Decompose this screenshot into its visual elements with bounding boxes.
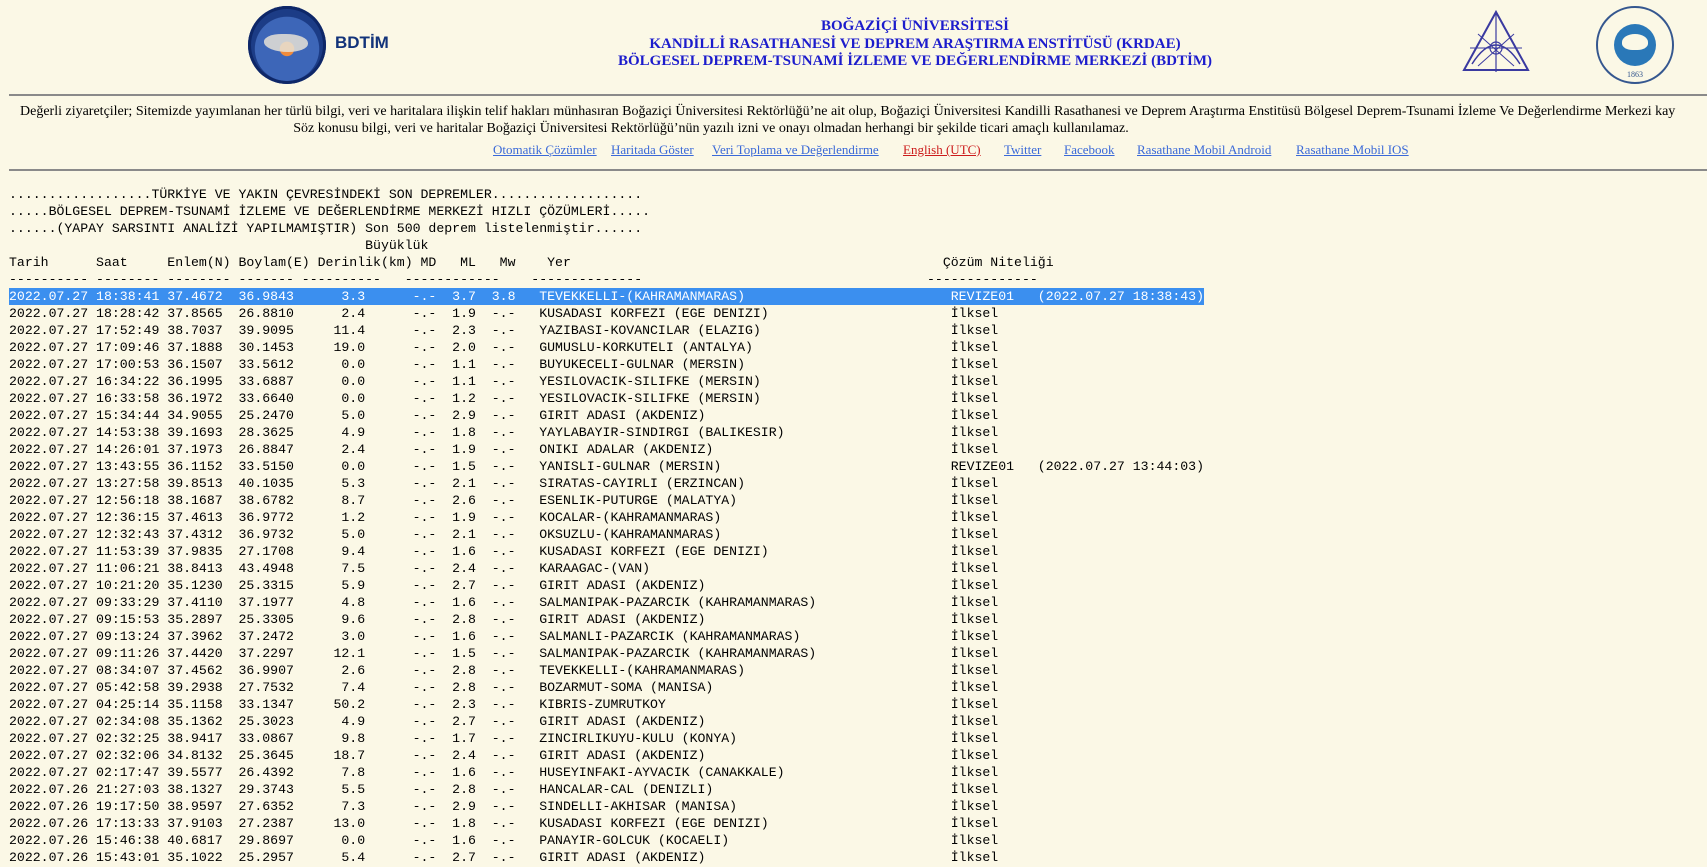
listing-divider: [9, 169, 1707, 171]
earthquake-row: 2022.07.27 17:00:53 36.1507 33.5612 0.0 …: [9, 357, 1038, 372]
link-data-collection[interactable]: Veri Toplama ve Değerlendirme: [712, 142, 879, 158]
earthquake-row: 2022.07.27 17:09:46 37.1888 30.1453 19.0…: [9, 340, 1038, 355]
earthquake-row: 2022.07.27 02:34:08 35.1362 25.3023 4.9 …: [9, 714, 1038, 729]
earthquake-row: 2022.07.27 14:26:01 37.1973 26.8847 2.4 …: [9, 442, 1038, 457]
earthquake-row-selected: 2022.07.27 18:38:41 37.4672 36.9843 3.3 …: [9, 288, 1204, 305]
link-android-app[interactable]: Rasathane Mobil Android: [1137, 142, 1271, 158]
title-line-krdae: KANDİLLİ RASATHANESİ VE DEPREM ARAŞTIRMA…: [649, 35, 1181, 52]
earthquake-row: 2022.07.27 05:42:58 39.2938 27.7532 7.4 …: [9, 680, 1038, 695]
link-ios-app[interactable]: Rasathane Mobil IOS: [1296, 142, 1409, 158]
earthquake-row: 2022.07.27 12:56:18 38.1687 38.6782 8.7 …: [9, 493, 1038, 508]
earthquake-row: 2022.07.27 16:33:58 36.1972 33.6640 0.0 …: [9, 391, 1038, 406]
earthquake-row: 2022.07.26 15:46:38 40.6817 29.8697 0.0 …: [9, 833, 1038, 848]
link-facebook[interactable]: Facebook: [1064, 142, 1115, 158]
listing-column-headers: Tarih Saat Enlem(N) Boylam(E) Derinlik(k…: [9, 255, 1054, 270]
listing-intro-line-2: .....BÖLGESEL DEPREM-TSUNAMİ İZLEME VE D…: [9, 204, 651, 219]
bdtim-emblem-icon: [248, 6, 326, 84]
title-line-university: BOĞAZİÇİ ÜNİVERSİTESİ: [821, 18, 1009, 34]
seal-year: 1863: [1627, 70, 1643, 79]
notice-line-1: Değerli ziyaretçiler; Sitemizde yayımlan…: [20, 104, 1676, 119]
header-divider: [9, 94, 1707, 96]
earthquake-row: 2022.07.27 11:06:21 38.8413 43.4948 7.5 …: [9, 561, 1038, 576]
earthquake-row: 2022.07.27 17:52:49 38.7037 39.9095 11.4…: [9, 323, 1038, 338]
earthquake-row: 2022.07.26 19:17:50 38.9597 27.6352 7.3 …: [9, 799, 1038, 814]
earthquake-row: 2022.07.27 18:28:42 37.8565 26.8810 2.4 …: [9, 306, 1038, 321]
earthquake-row: 2022.07.27 15:34:44 34.9055 25.2470 5.0 …: [9, 408, 1038, 423]
earthquake-row: 2022.07.27 08:34:07 37.4562 36.9907 2.6 …: [9, 663, 1038, 678]
bdtim-wordmark: BDTİM: [335, 33, 389, 52]
listing-header-rule: ---------- -------- -------- ------- ---…: [9, 272, 1038, 287]
earthquake-row: 2022.07.27 04:25:14 35.1158 33.1347 50.2…: [9, 697, 1038, 712]
link-automatic-solutions[interactable]: Otomatik Çözümler: [493, 142, 597, 158]
earthquake-row: 2022.07.27 09:33:29 37.4110 37.1977 4.8 …: [9, 595, 1038, 610]
observatory-compass-icon[interactable]: [1456, 8, 1536, 78]
earthquake-listing: ..................TÜRKİYE VE YAKIN ÇEVRE…: [9, 186, 1204, 866]
link-show-on-map[interactable]: Haritada Göster: [611, 142, 694, 158]
earthquake-row: 2022.07.27 09:15:53 35.2897 25.3305 9.6 …: [9, 612, 1038, 627]
title-line-bdtim: BÖLGESEL DEPREM-TSUNAMİ İZLEME VE DEĞERL…: [618, 53, 1212, 69]
listing-intro-line-3: ......(YAPAY SARSINTI ANALİZİ YAPILMAMIŞ…: [9, 221, 643, 236]
earthquake-row: 2022.07.27 02:17:47 39.5577 26.4392 7.8 …: [9, 765, 1038, 780]
earthquake-row: 2022.07.27 16:34:22 36.1995 33.6887 0.0 …: [9, 374, 1038, 389]
bdtim-logo[interactable]: BDTİM: [248, 6, 389, 86]
magnitude-group-header: Büyüklük: [9, 238, 429, 253]
page-header: BDTİM BOĞAZİÇİ ÜNİVERSİTESİ KANDİLLİ RAS…: [0, 0, 1707, 90]
earthquake-row: 2022.07.27 12:36:15 37.4613 36.9772 1.2 …: [9, 510, 1038, 525]
earthquake-row: 2022.07.27 13:27:58 39.8513 40.1035 5.3 …: [9, 476, 1038, 491]
earthquake-row: 2022.07.26 17:13:33 37.9103 27.2387 13.0…: [9, 816, 1038, 831]
earthquake-row: 2022.07.26 15:43:01 35.1022 25.2957 5.4 …: [9, 850, 1038, 865]
institution-title: BOĞAZİÇİ ÜNİVERSİTESİ KANDİLLİ RASATHANE…: [600, 18, 1230, 71]
listing-intro-line-1: ..................TÜRKİYE VE YAKIN ÇEVRE…: [9, 187, 643, 202]
earthquake-row: 2022.07.27 13:43:55 36.1152 33.5150 0.0 …: [9, 459, 1204, 474]
earthquake-row: 2022.07.27 09:11:26 37.4420 37.2297 12.1…: [9, 646, 1038, 661]
link-twitter[interactable]: Twitter: [1004, 142, 1041, 158]
earthquake-row: 2022.07.27 10:21:20 35.1230 25.3315 5.9 …: [9, 578, 1038, 593]
earthquake-row: 2022.07.27 12:32:43 37.4312 36.9732 5.0 …: [9, 527, 1038, 542]
earthquake-row: 2022.07.27 11:53:39 37.9835 27.1708 9.4 …: [9, 544, 1038, 559]
notice-line-2: Söz konusu bilgi, veri ve haritalar Boğa…: [293, 121, 1129, 136]
link-english-utc[interactable]: English (UTC): [903, 142, 981, 158]
earthquake-row: 2022.07.27 02:32:06 34.8132 25.3645 18.7…: [9, 748, 1038, 763]
earthquake-row: 2022.07.27 02:32:25 38.9417 33.0867 9.8 …: [9, 731, 1038, 746]
bogazici-university-seal-icon[interactable]: 1863: [1596, 6, 1674, 84]
earthquake-row: 2022.07.27 14:53:38 39.1693 28.3625 4.9 …: [9, 425, 1038, 440]
earthquake-row: 2022.07.27 09:13:24 37.3962 37.2472 3.0 …: [9, 629, 1038, 644]
earthquake-row: 2022.07.26 21:27:03 38.1327 29.3743 5.5 …: [9, 782, 1038, 797]
